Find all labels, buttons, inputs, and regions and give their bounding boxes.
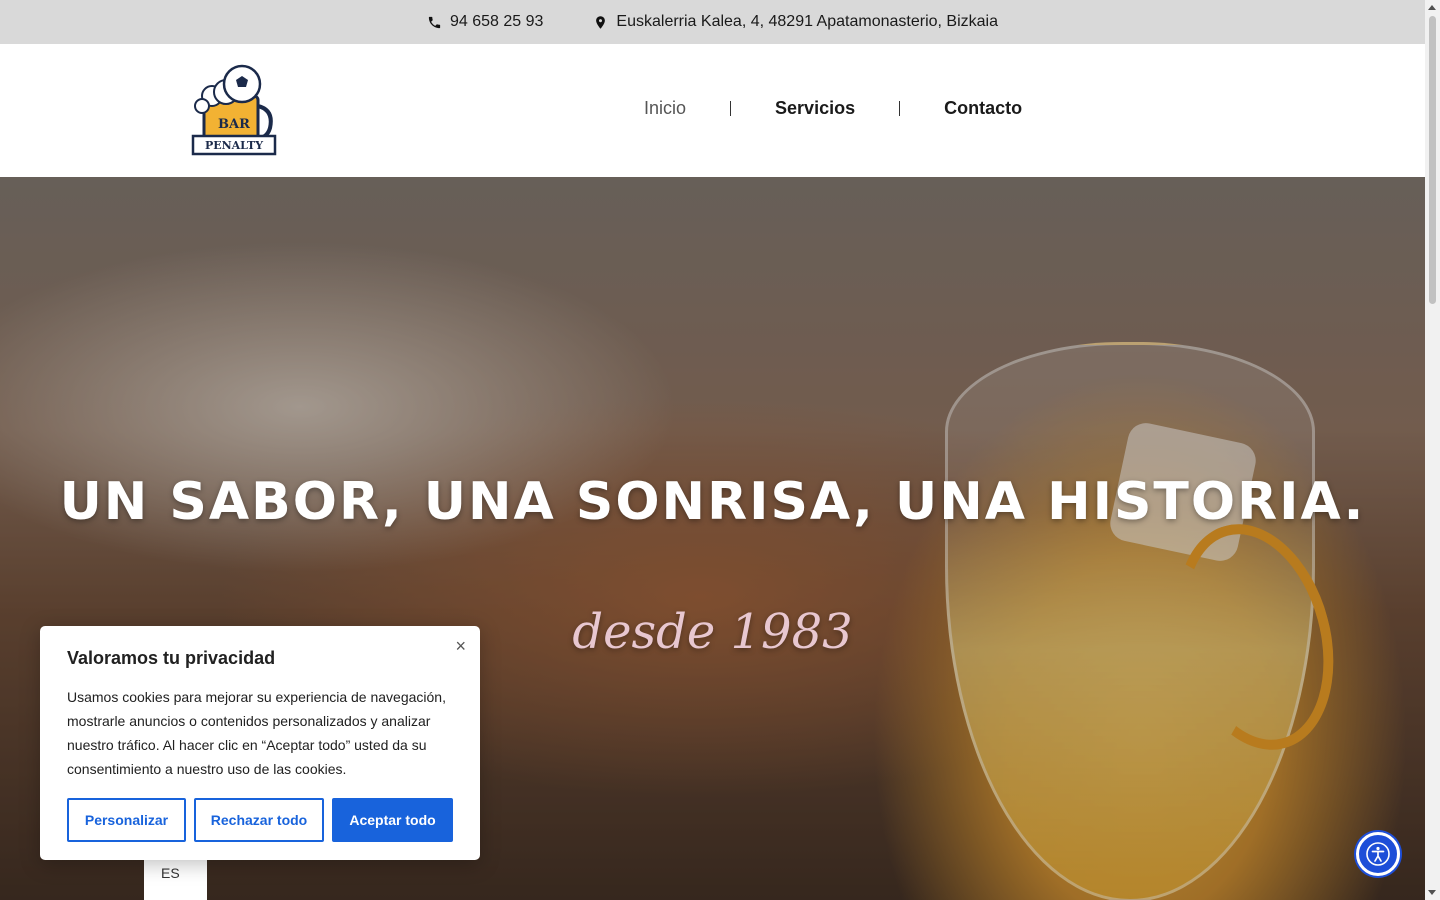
top-contact-bar: 94 658 25 93 Euskalerria Kalea, 4, 48291… bbox=[0, 0, 1425, 44]
nav-contacto[interactable]: Contacto bbox=[930, 98, 1036, 119]
logo-text-bar: BAR bbox=[218, 117, 250, 132]
scroll-down-icon[interactable] bbox=[1428, 890, 1436, 895]
nav-separator bbox=[730, 101, 732, 116]
address-item[interactable]: Euskalerria Kalea, 4, 48291 Apatamonaste… bbox=[593, 13, 998, 31]
nav-servicios[interactable]: Servicios bbox=[761, 98, 869, 119]
close-icon[interactable]: × bbox=[455, 636, 466, 657]
scroll-up-icon[interactable] bbox=[1428, 5, 1436, 10]
map-pin-icon bbox=[596, 15, 606, 29]
accessibility-icon bbox=[1366, 842, 1390, 866]
scrollbar-thumb[interactable] bbox=[1429, 16, 1436, 304]
page-scrollbar[interactable] bbox=[1425, 0, 1440, 900]
main-nav: Inicio Servicios Contacto bbox=[630, 98, 1036, 119]
cookie-description: Usamos cookies para mejorar su experienc… bbox=[67, 689, 446, 777]
address-text[interactable]: Euskalerria Kalea, 4, 48291 Apatamonaste… bbox=[616, 13, 998, 31]
nav-separator bbox=[899, 101, 901, 116]
reject-all-button[interactable]: Rechazar todo bbox=[194, 798, 324, 842]
customize-button[interactable]: Personalizar bbox=[67, 798, 186, 842]
accessibility-button[interactable] bbox=[1356, 832, 1400, 876]
nav-inicio[interactable]: Inicio bbox=[630, 98, 700, 119]
bar-penalty-logo[interactable]: BAR PENALTY bbox=[190, 62, 278, 158]
cookie-title: Valoramos tu privacidad bbox=[67, 648, 276, 668]
phone-icon bbox=[428, 16, 441, 28]
cookie-consent-banner: × Valoramos tu privacidad Usamos cookies… bbox=[40, 626, 480, 860]
language-current[interactable]: ES bbox=[161, 865, 180, 881]
phone-number[interactable]: 94 658 25 93 bbox=[450, 13, 543, 31]
phone-item[interactable]: 94 658 25 93 bbox=[427, 13, 543, 31]
hero-title: UN SABOR, UNA SONRISA, UNA HISTORIA. bbox=[59, 472, 1366, 532]
logo-text-penalty: PENALTY bbox=[205, 139, 263, 152]
site-header: BAR PENALTY Inicio Servicios Contacto bbox=[0, 44, 1425, 177]
cookie-button-group: Personalizar Rechazar todo Aceptar todo bbox=[67, 798, 453, 842]
accept-all-button[interactable]: Aceptar todo bbox=[332, 798, 453, 842]
